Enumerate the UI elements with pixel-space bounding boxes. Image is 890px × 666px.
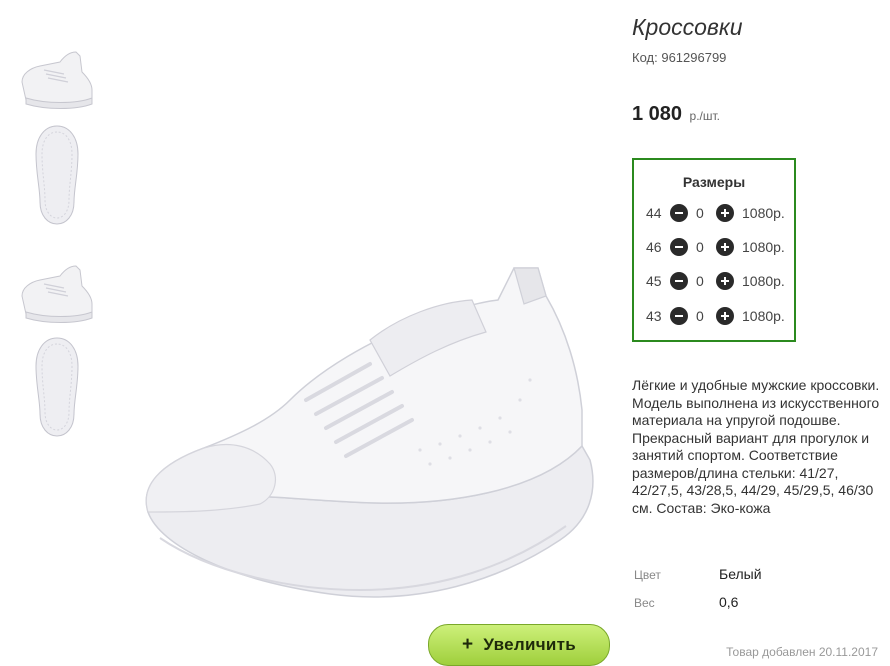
product-description: Лёгкие и удобные мужские кроссовки. Моде… bbox=[632, 377, 880, 516]
plus-icon: + bbox=[461, 634, 474, 655]
decrease-quantity-button[interactable] bbox=[670, 272, 688, 290]
price-unit: р./шт. bbox=[689, 109, 720, 123]
added-date-text: Товар добавлен 20.11.2017 bbox=[726, 645, 878, 659]
thumbnail-side-view-1[interactable] bbox=[16, 44, 98, 114]
increase-quantity-button[interactable] bbox=[716, 238, 734, 256]
increase-quantity-button[interactable] bbox=[716, 307, 734, 325]
plus-icon bbox=[721, 312, 729, 320]
property-key: Вес bbox=[634, 596, 655, 610]
decrease-quantity-button[interactable] bbox=[670, 238, 688, 256]
product-code-label: Код: bbox=[632, 50, 658, 65]
quantity-value: 0 bbox=[696, 239, 704, 255]
product-title: Кроссовки bbox=[632, 14, 743, 40]
product-price: 1 080 р./шт. bbox=[632, 103, 720, 126]
decrease-quantity-button[interactable] bbox=[670, 204, 688, 222]
main-product-image bbox=[120, 250, 610, 640]
size-price: 1080р. bbox=[742, 205, 785, 221]
minus-icon bbox=[675, 315, 683, 317]
minus-icon bbox=[675, 212, 683, 214]
property-value: 0,6 bbox=[719, 594, 739, 610]
thumbnail-side-view-2[interactable] bbox=[16, 258, 98, 328]
sneaker-sole-thumb-image bbox=[35, 125, 79, 225]
size-value: 46 bbox=[646, 239, 662, 255]
plus-icon bbox=[721, 243, 729, 251]
size-price: 1080р. bbox=[742, 308, 785, 324]
sizes-panel: Размеры 44 0 1080р. 46 0 1080р. 45 0 108… bbox=[632, 158, 796, 342]
sneaker-side-thumb-image bbox=[21, 51, 93, 109]
increase-quantity-button[interactable] bbox=[716, 272, 734, 290]
product-code: Код: 961296799 bbox=[632, 50, 726, 65]
decrease-quantity-button[interactable] bbox=[670, 307, 688, 325]
plus-icon bbox=[721, 277, 729, 285]
minus-icon bbox=[675, 246, 683, 248]
quantity-value: 0 bbox=[696, 205, 704, 221]
plus-icon bbox=[721, 209, 729, 217]
property-value: Белый bbox=[719, 566, 762, 582]
product-code-value: 961296799 bbox=[661, 50, 727, 65]
increase-quantity-button[interactable] bbox=[716, 204, 734, 222]
property-key: Цвет bbox=[634, 568, 661, 582]
zoom-button[interactable]: + Увеличить bbox=[428, 624, 610, 666]
thumbnail-sole-view-2[interactable] bbox=[16, 336, 98, 438]
thumbnail-sole-view-1[interactable] bbox=[16, 124, 98, 226]
sizes-title: Размеры bbox=[682, 174, 746, 190]
size-row: 46 0 1080р. bbox=[634, 236, 794, 258]
size-row: 44 0 1080р. bbox=[634, 202, 794, 224]
property-row: Вес 0,6 bbox=[632, 594, 882, 614]
zoom-button-label: Увеличить bbox=[483, 635, 577, 654]
size-value: 43 bbox=[646, 308, 662, 324]
size-value: 45 bbox=[646, 273, 662, 289]
sneaker-side-thumb-image bbox=[21, 265, 93, 323]
size-price: 1080р. bbox=[742, 273, 785, 289]
quantity-value: 0 bbox=[696, 273, 704, 289]
size-value: 44 bbox=[646, 205, 662, 221]
price-amount: 1 080 bbox=[632, 103, 683, 125]
size-row: 43 0 1080р. bbox=[634, 305, 794, 327]
size-price: 1080р. bbox=[742, 239, 785, 255]
sneaker-sole-thumb-image bbox=[35, 337, 79, 437]
size-row: 45 0 1080р. bbox=[634, 270, 794, 292]
minus-icon bbox=[675, 280, 683, 282]
sneaker-main-image bbox=[145, 267, 594, 598]
quantity-value: 0 bbox=[696, 308, 704, 324]
property-row: Цвет Белый bbox=[632, 566, 882, 586]
